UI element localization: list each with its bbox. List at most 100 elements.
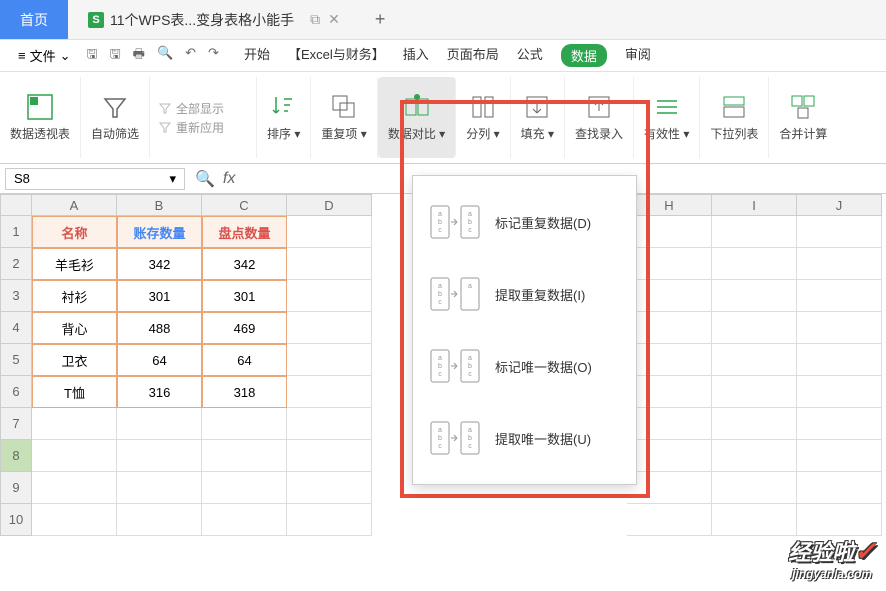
cell[interactable]: [32, 472, 117, 504]
cell[interactable]: [287, 440, 372, 472]
cell[interactable]: [797, 248, 882, 280]
cell[interactable]: [797, 472, 882, 504]
tab-insert[interactable]: 插入: [403, 44, 429, 67]
cell[interactable]: [797, 504, 882, 536]
cell[interactable]: [117, 504, 202, 536]
row-header[interactable]: 4: [0, 312, 32, 344]
table-header[interactable]: 盘点数量: [202, 216, 287, 248]
close-tab-icon[interactable]: ✕: [328, 11, 340, 28]
cell[interactable]: [287, 216, 372, 248]
find-entry-button[interactable]: 查找录入: [565, 77, 634, 158]
tab-review[interactable]: 审阅: [625, 44, 651, 67]
cell[interactable]: [797, 408, 882, 440]
col-header-c[interactable]: C: [202, 194, 287, 216]
row-header[interactable]: 3: [0, 280, 32, 312]
cell[interactable]: [712, 440, 797, 472]
new-tab-button[interactable]: +: [375, 9, 386, 30]
cell[interactable]: [627, 376, 712, 408]
row-header[interactable]: 7: [0, 408, 32, 440]
row-header-active[interactable]: 8: [0, 440, 32, 472]
cell[interactable]: [797, 280, 882, 312]
tab-formula[interactable]: 公式: [517, 44, 543, 67]
cell[interactable]: 卫衣: [32, 344, 117, 376]
cell[interactable]: 342: [117, 248, 202, 280]
cell[interactable]: [712, 376, 797, 408]
dropdown-list-button[interactable]: 下拉列表: [700, 77, 769, 158]
cell[interactable]: [287, 344, 372, 376]
cell[interactable]: [712, 344, 797, 376]
cell[interactable]: [627, 504, 712, 536]
cell[interactable]: [287, 408, 372, 440]
cell[interactable]: [32, 504, 117, 536]
cell[interactable]: 488: [117, 312, 202, 344]
undo-icon[interactable]: ↶: [185, 45, 196, 67]
cell[interactable]: [287, 248, 372, 280]
cell[interactable]: [117, 440, 202, 472]
mark-unique-item[interactable]: abcabc 标记唯一数据(O): [413, 330, 636, 402]
row-header[interactable]: 5: [0, 344, 32, 376]
cell[interactable]: 羊毛衫: [32, 248, 117, 280]
print-icon[interactable]: 🖶: [133, 45, 145, 67]
tab-layout[interactable]: 页面布局: [447, 44, 499, 67]
cell[interactable]: [797, 344, 882, 376]
row-header[interactable]: 6: [0, 376, 32, 408]
document-tab[interactable]: S 11个WPS表...变身表格小能手 ⧉ ✕: [68, 0, 360, 39]
file-menu[interactable]: ≡ 文件 ⌄: [10, 44, 79, 67]
cell[interactable]: [627, 344, 712, 376]
cell[interactable]: [627, 280, 712, 312]
cell[interactable]: [287, 280, 372, 312]
fill-button[interactable]: 填充 ▾: [511, 77, 565, 158]
cell[interactable]: 64: [117, 344, 202, 376]
cell[interactable]: [712, 312, 797, 344]
split-button[interactable]: 分列 ▾: [456, 77, 510, 158]
cell[interactable]: 301: [202, 280, 287, 312]
cell[interactable]: [712, 248, 797, 280]
cell[interactable]: 301: [117, 280, 202, 312]
tab-start[interactable]: 开始: [244, 44, 270, 67]
cell[interactable]: [117, 408, 202, 440]
cell[interactable]: 背心: [32, 312, 117, 344]
select-all-corner[interactable]: [0, 194, 32, 216]
cell[interactable]: [712, 216, 797, 248]
cell[interactable]: [32, 440, 117, 472]
validity-button[interactable]: 有效性 ▾: [634, 77, 700, 158]
sort-button[interactable]: 排序 ▾: [257, 77, 311, 158]
cell[interactable]: [117, 472, 202, 504]
row-header[interactable]: 9: [0, 472, 32, 504]
cell[interactable]: [712, 472, 797, 504]
cell[interactable]: [712, 280, 797, 312]
cell[interactable]: [627, 216, 712, 248]
save-as-icon[interactable]: 🖫: [110, 45, 121, 67]
col-header-j[interactable]: J: [797, 194, 882, 216]
cell[interactable]: [287, 504, 372, 536]
col-header-a[interactable]: A: [32, 194, 117, 216]
cell[interactable]: [202, 504, 287, 536]
col-header-i[interactable]: I: [712, 194, 797, 216]
cell[interactable]: 316: [117, 376, 202, 408]
table-header[interactable]: 名称: [32, 216, 117, 248]
cell[interactable]: 469: [202, 312, 287, 344]
cell[interactable]: T恤: [32, 376, 117, 408]
extract-duplicate-item[interactable]: abca 提取重复数据(I): [413, 258, 636, 330]
cell[interactable]: [202, 408, 287, 440]
cell[interactable]: [287, 376, 372, 408]
extract-unique-item[interactable]: abcabc 提取唯一数据(U): [413, 402, 636, 474]
window-popup-icon[interactable]: ⧉: [310, 11, 320, 28]
name-box[interactable]: S8 ▾: [5, 168, 185, 190]
data-compare-button[interactable]: 数据对比 ▾: [378, 77, 456, 158]
cell[interactable]: [797, 440, 882, 472]
cell[interactable]: [712, 408, 797, 440]
table-header[interactable]: 账存数量: [117, 216, 202, 248]
autofilter-button[interactable]: 自动筛选: [81, 77, 150, 158]
pivot-table-button[interactable]: 数据透视表: [0, 77, 81, 158]
cell[interactable]: [32, 408, 117, 440]
row-header[interactable]: 10: [0, 504, 32, 536]
cell[interactable]: [627, 312, 712, 344]
search-icon[interactable]: 🔍: [195, 169, 215, 189]
duplicates-button[interactable]: 重复项 ▾: [311, 77, 377, 158]
cell[interactable]: [287, 312, 372, 344]
row-header[interactable]: 1: [0, 216, 32, 248]
cell[interactable]: [627, 472, 712, 504]
cell[interactable]: [627, 440, 712, 472]
cell[interactable]: [797, 216, 882, 248]
